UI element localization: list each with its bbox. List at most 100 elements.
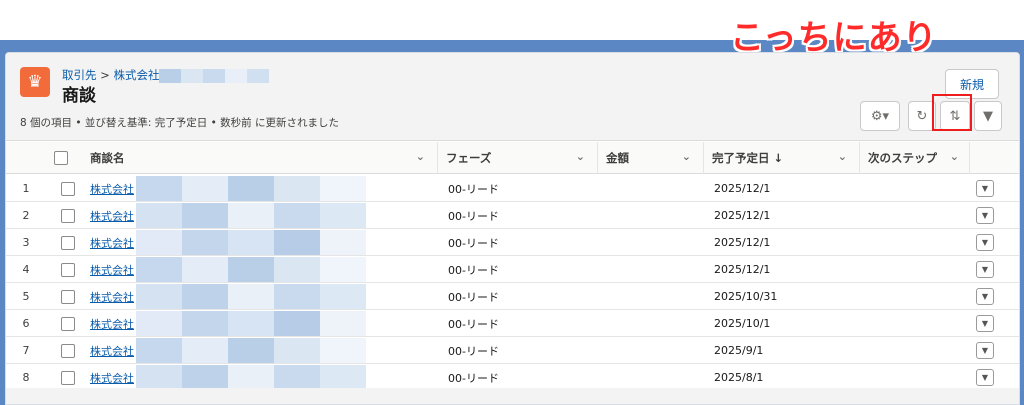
row-checkbox[interactable] <box>61 289 75 304</box>
row-action-menu-icon[interactable]: ▼ <box>976 342 994 359</box>
row-checkbox[interactable] <box>61 208 75 223</box>
table-header: 商談名 ⌄ フェーズ ⌄ 金額 ⌄ 完了予定日 ↓ ⌄ 次のステップ ⌄ <box>6 142 1019 174</box>
table-row[interactable]: 1 株式会社 00-リード 2025/12/1 ▼ <box>6 175 1019 202</box>
phase-cell: 00-リード <box>448 182 499 196</box>
chevron-down-icon[interactable]: ⌄ <box>838 150 847 163</box>
row-number: 1 <box>22 182 30 195</box>
row-actions: ▼ <box>976 283 996 310</box>
blurred-opportunity-name <box>136 230 366 255</box>
table-row[interactable]: 7 株式会社 00-リード 2025/9/1 ▼ <box>6 337 1019 364</box>
row-select <box>61 256 81 283</box>
row-number: 4 <box>22 263 30 276</box>
opportunity-crown-icon: ♛ <box>20 67 50 97</box>
opportunity-name-link[interactable]: 株式会社 <box>90 370 134 386</box>
opportunity-name-link[interactable]: 株式会社 <box>90 289 134 305</box>
column-label-close-date: 完了予定日 ↓ <box>712 151 784 165</box>
table-row[interactable]: 3 株式会社 00-リード 2025/12/1 ▼ <box>6 229 1019 256</box>
table-row[interactable]: 2 株式会社 00-リード 2025/12/1 ▼ <box>6 202 1019 229</box>
row-action-menu-icon[interactable]: ▼ <box>976 369 994 386</box>
phase-cell: 00-リード <box>448 344 499 358</box>
phase-cell: 00-リード <box>448 209 499 223</box>
opportunity-name-cell: 株式会社 <box>90 364 134 391</box>
row-checkbox[interactable] <box>61 235 75 250</box>
opportunity-name-cell: 株式会社 <box>90 310 134 337</box>
phase-cell: 00-リード <box>448 290 499 304</box>
row-action-menu-icon[interactable]: ▼ <box>976 288 994 305</box>
row-select <box>61 202 81 229</box>
list-header: ♛ 取引先 > 株式会社 商談 新規 8 個の項目 • 並び替え基準: 完了予定… <box>6 53 1019 141</box>
phase-cell: 00-リード <box>448 371 499 385</box>
row-select <box>61 175 81 202</box>
row-checkbox[interactable] <box>61 262 75 277</box>
opportunity-name-cell: 株式会社 <box>90 337 134 364</box>
select-all-header <box>46 142 76 174</box>
blurred-opportunity-name <box>136 338 366 363</box>
row-select <box>61 337 81 364</box>
row-action-menu-icon[interactable]: ▼ <box>976 261 994 278</box>
row-checkbox[interactable] <box>61 370 75 385</box>
row-select <box>61 310 81 337</box>
blurred-opportunity-name <box>136 284 366 309</box>
column-header-next-step[interactable]: 次のステップ ⌄ <box>860 142 970 174</box>
column-label-amount: 金額 <box>606 151 629 165</box>
opportunity-name-link[interactable]: 株式会社 <box>90 316 134 332</box>
opportunity-name-link[interactable]: 株式会社 <box>90 208 134 224</box>
opportunity-name-link[interactable]: 株式会社 <box>90 343 134 359</box>
row-number: 5 <box>22 290 30 303</box>
close-date-cell: 2025/12/1 <box>714 182 771 195</box>
chevron-down-icon[interactable]: ⌄ <box>950 150 959 163</box>
close-date-cell: 2025/12/1 <box>714 263 771 276</box>
row-number: 8 <box>22 371 30 384</box>
opportunity-name-link[interactable]: 株式会社 <box>90 262 134 278</box>
column-header-phase[interactable]: フェーズ ⌄ <box>438 142 598 174</box>
opportunity-name-cell: 株式会社 <box>90 229 134 256</box>
opportunity-name-link[interactable]: 株式会社 <box>90 181 134 197</box>
column-header-amount[interactable]: 金額 ⌄ <box>598 142 704 174</box>
close-date-cell: 2025/12/1 <box>714 236 771 249</box>
column-header-name[interactable]: 商談名 ⌄ <box>82 142 438 174</box>
opportunity-name-cell: 株式会社 <box>90 175 134 202</box>
row-actions: ▼ <box>976 364 996 391</box>
opportunity-name-link[interactable]: 株式会社 <box>90 235 134 251</box>
phase-cell: 00-リード <box>448 317 499 331</box>
row-checkbox[interactable] <box>61 343 75 358</box>
blurred-opportunity-name <box>136 257 366 282</box>
select-all-checkbox[interactable] <box>54 151 68 165</box>
row-actions: ▼ <box>976 337 996 364</box>
row-select <box>61 229 81 256</box>
table-row[interactable]: 5 株式会社 00-リード 2025/10/31 ▼ <box>6 283 1019 310</box>
row-checkbox[interactable] <box>61 316 75 331</box>
column-label-phase: フェーズ <box>446 151 492 165</box>
row-actions: ▼ <box>976 256 996 283</box>
filter-button[interactable]: ▼ <box>974 101 1002 131</box>
row-action-menu-icon[interactable]: ▼ <box>976 234 994 251</box>
chevron-down-icon[interactable]: ⌄ <box>416 150 425 163</box>
column-header-close-date[interactable]: 完了予定日 ↓ ⌄ <box>704 142 860 174</box>
breadcrumb-account-link[interactable]: 株式会社 <box>113 68 159 82</box>
list-footer <box>6 388 1019 404</box>
row-action-menu-icon[interactable]: ▼ <box>976 315 994 332</box>
table-row[interactable]: 4 株式会社 00-リード 2025/12/1 ▼ <box>6 256 1019 283</box>
column-label-next-step: 次のステップ <box>868 151 937 165</box>
row-actions: ▼ <box>976 310 996 337</box>
row-number: 7 <box>22 344 30 357</box>
close-date-cell: 2025/10/31 <box>714 290 778 303</box>
close-date-cell: 2025/10/1 <box>714 317 771 330</box>
row-checkbox[interactable] <box>61 181 75 196</box>
opportunity-name-cell: 株式会社 <box>90 256 134 283</box>
phase-cell: 00-リード <box>448 236 499 250</box>
row-actions: ▼ <box>976 175 996 202</box>
page-title: 商談 <box>62 86 96 106</box>
breadcrumb-parent-link[interactable]: 取引先 <box>62 68 97 82</box>
table-row[interactable]: 8 株式会社 00-リード 2025/8/1 ▼ <box>6 364 1019 391</box>
list-settings-button[interactable]: ⚙▾ <box>860 101 900 131</box>
row-action-menu-icon[interactable]: ▼ <box>976 180 994 197</box>
table-row[interactable]: 6 株式会社 00-リード 2025/10/1 ▼ <box>6 310 1019 337</box>
row-action-menu-icon[interactable]: ▼ <box>976 207 994 224</box>
chevron-down-icon[interactable]: ⌄ <box>576 150 585 163</box>
list-view-card: ♛ 取引先 > 株式会社 商談 新規 8 個の項目 • 並び替え基準: 完了予定… <box>5 52 1020 405</box>
row-number: 2 <box>22 209 30 222</box>
chevron-down-icon[interactable]: ⌄ <box>682 150 691 163</box>
breadcrumb-separator: > <box>100 68 110 82</box>
sort-highlight-box <box>932 94 972 131</box>
